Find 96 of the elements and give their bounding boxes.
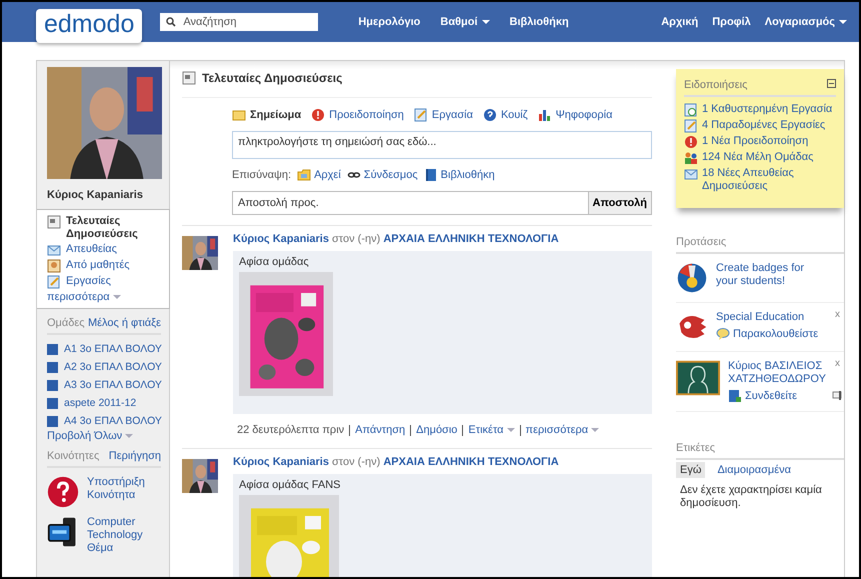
caret-icon [125, 434, 134, 438]
avatar-silhouette-icon [676, 360, 720, 396]
group-item[interactable]: aspete 2011-12 [47, 394, 161, 412]
group-item[interactable]: Α3 3ο ΕΠΑΛ ΒΟΛΟΥ [47, 376, 161, 394]
caret-icon [839, 20, 847, 24]
note-icon [232, 108, 246, 122]
group-item[interactable]: Α1 3ο ΕΠΑΛ ΒΟΛΟΥ [47, 340, 161, 358]
search-field[interactable]: Αναζήτηση [160, 13, 318, 31]
alert-icon [311, 108, 326, 122]
tag-tab[interactable]: Διαμοιρασμένα [713, 462, 795, 478]
feed-icon [182, 71, 196, 85]
more-link[interactable]: περισσότερα [47, 291, 163, 303]
attach-label: Επισύναψη: [232, 169, 292, 181]
post-action-link[interactable]: Δημόσιο [416, 424, 458, 436]
post-type-tab[interactable]: Προειδοποίηση [311, 108, 404, 122]
feed-icon [47, 215, 61, 229]
feed-title: Τελευταίες Δημοσιεύσεις [202, 71, 342, 85]
community-type: Θέμα [87, 542, 114, 555]
view-all-link[interactable]: Προβολή Όλων [47, 430, 161, 442]
logo[interactable]: edmodo [36, 9, 142, 43]
community-link[interactable]: Υποστήριξη Κοινότητα [87, 476, 161, 502]
profile-name[interactable]: Κύριος Kapaniaris [37, 179, 169, 209]
join-create-link[interactable]: Μέλος ή φτιάξε [88, 317, 161, 329]
post-text: Αφίσα ομάδας FANS [239, 479, 342, 491]
post-time: 22 δευτερόλεπτα πριν [237, 424, 344, 436]
group-item[interactable]: Α2 3ο ΕΠΑΛ ΒΟΛΟΥ [47, 358, 161, 376]
assignment-icon [414, 108, 428, 122]
assignment-icon [47, 275, 61, 289]
collapse-icon[interactable] [827, 79, 836, 88]
empty-message: Δεν έχετε χαρακτηρίσει καμία δημοσίευση. [679, 484, 823, 510]
section-title: Ομάδες [47, 317, 85, 329]
badge-icon [676, 262, 708, 294]
folder-icon [297, 168, 312, 182]
nav-link[interactable]: Βαθμοί [440, 16, 490, 28]
post-action-link[interactable]: Απάντηση [355, 424, 406, 436]
sidebar-item[interactable]: Από μαθητές [47, 259, 163, 273]
post-action-link[interactable]: περισσότερα [526, 424, 600, 436]
section-title: Κοινότητες [47, 450, 100, 462]
post-text: Αφίσα ομάδας [239, 256, 310, 268]
suggestion-link[interactable]: Κύριος ΒΑΣΙΛΕΙΟΣ ΧΑΤΖΗΘΕΟΔΩΡΟΥ [728, 360, 828, 386]
suggestion-action[interactable]: Συνδεθείτε [728, 389, 828, 403]
community-link[interactable]: Computer Technology [87, 516, 161, 542]
speech-bubble-icon [716, 327, 730, 341]
post-type-tab[interactable]: Κουίζ [482, 108, 528, 122]
student-icon [47, 259, 61, 273]
alert-icon [684, 135, 698, 149]
dismiss-button[interactable]: x [835, 309, 840, 320]
contact-card-icon [728, 389, 742, 403]
send-button[interactable]: Αποστολή [588, 192, 651, 214]
flag-icon[interactable] [832, 390, 842, 400]
notification-link[interactable]: 1 Καθυστερημένη Εργασία [684, 102, 836, 118]
notification-link[interactable]: 18 Νέες Απευθείας Δημοσιεύσεις [684, 166, 836, 194]
nav-link[interactable]: Λογαριασμός [764, 16, 847, 28]
post-header: Κύριος Kapaniaris στον (-ην) ΑΡΧΑΙΑ ΕΛΛΗΝΙΚΗ ΤΕΧΝΟΛΟΓΙΑ [233, 455, 560, 470]
post-action-link[interactable]: Ετικέτα [468, 424, 515, 436]
envelope-icon [684, 167, 698, 181]
caret-icon [112, 295, 121, 299]
assignment-icon [684, 119, 698, 133]
suggestion-link[interactable]: Create badges for your students! [716, 262, 828, 288]
post-type-tab[interactable]: Σημείωμα [232, 108, 302, 122]
post-header: Κύριος Kapaniaris στον (-ην) ΑΡΧΑΙΑ ΕΛΛΗΝΙΚΗ ΤΕΧΝΟΛΟΓΙΑ [233, 232, 560, 247]
section-title: Ετικέτες [676, 442, 844, 460]
question-icon [482, 108, 497, 122]
caret-icon [506, 428, 515, 432]
envelope-icon [47, 243, 61, 257]
caret-icon [591, 428, 600, 432]
suggestion-action[interactable]: Παρακολουθείστε [716, 327, 828, 341]
notification-link[interactable]: 4 Παραδομένες Εργασίες [684, 118, 836, 134]
suggestion-link[interactable]: Special Education [716, 311, 804, 324]
sidebar-item[interactable]: Εργασίες [47, 275, 163, 289]
bar-chart-icon [538, 108, 552, 122]
notification-link[interactable]: 124 Νέα Μέλη Ομάδας [684, 150, 836, 166]
nav-link[interactable]: Ημερολόγιο [358, 16, 420, 28]
attach-link[interactable]: Αρχεί [297, 168, 341, 182]
tag-tab[interactable]: Εγώ [676, 462, 706, 478]
dismiss-button[interactable]: x [835, 358, 840, 369]
note-field[interactable]: πληκτρολογήστε τη σημειώσή σας εδώ... [232, 131, 652, 159]
book-icon [424, 168, 438, 182]
browse-link[interactable]: Περιήγηση [108, 450, 161, 462]
post-type-tab[interactable]: Ψηφοφορία [538, 108, 612, 122]
help-icon [47, 476, 79, 508]
notification-link[interactable]: 1 Νέα Προειδοποίηση [684, 134, 836, 150]
group-item[interactable]: Α4 3ο ΕΠΑΛ ΒΟΛΟΥ [47, 412, 161, 430]
attach-link[interactable]: Βιβλιοθήκη [424, 168, 495, 182]
nav-link[interactable]: Βιβλιοθήκη [510, 16, 569, 28]
nav-link[interactable]: Αρχική [661, 16, 698, 28]
section-title: Προτάσεις [676, 236, 844, 254]
people-icon [684, 151, 698, 165]
attach-link[interactable]: Σύνδεσμος [346, 168, 418, 182]
sidebar-item[interactable]: Απευθείας [47, 243, 163, 257]
caret-icon [482, 20, 490, 24]
recipient-field[interactable]: Αποστολή προς. Αποστολή [232, 191, 652, 215]
sidebar-item[interactable]: Τελευταίες Δημοσιεύσεις [47, 215, 163, 241]
notifications-title: Ειδοποιήσεις [684, 79, 748, 91]
post-type-tab[interactable]: Εργασία [414, 108, 473, 122]
nav-link[interactable]: Προφίλ [712, 16, 751, 28]
